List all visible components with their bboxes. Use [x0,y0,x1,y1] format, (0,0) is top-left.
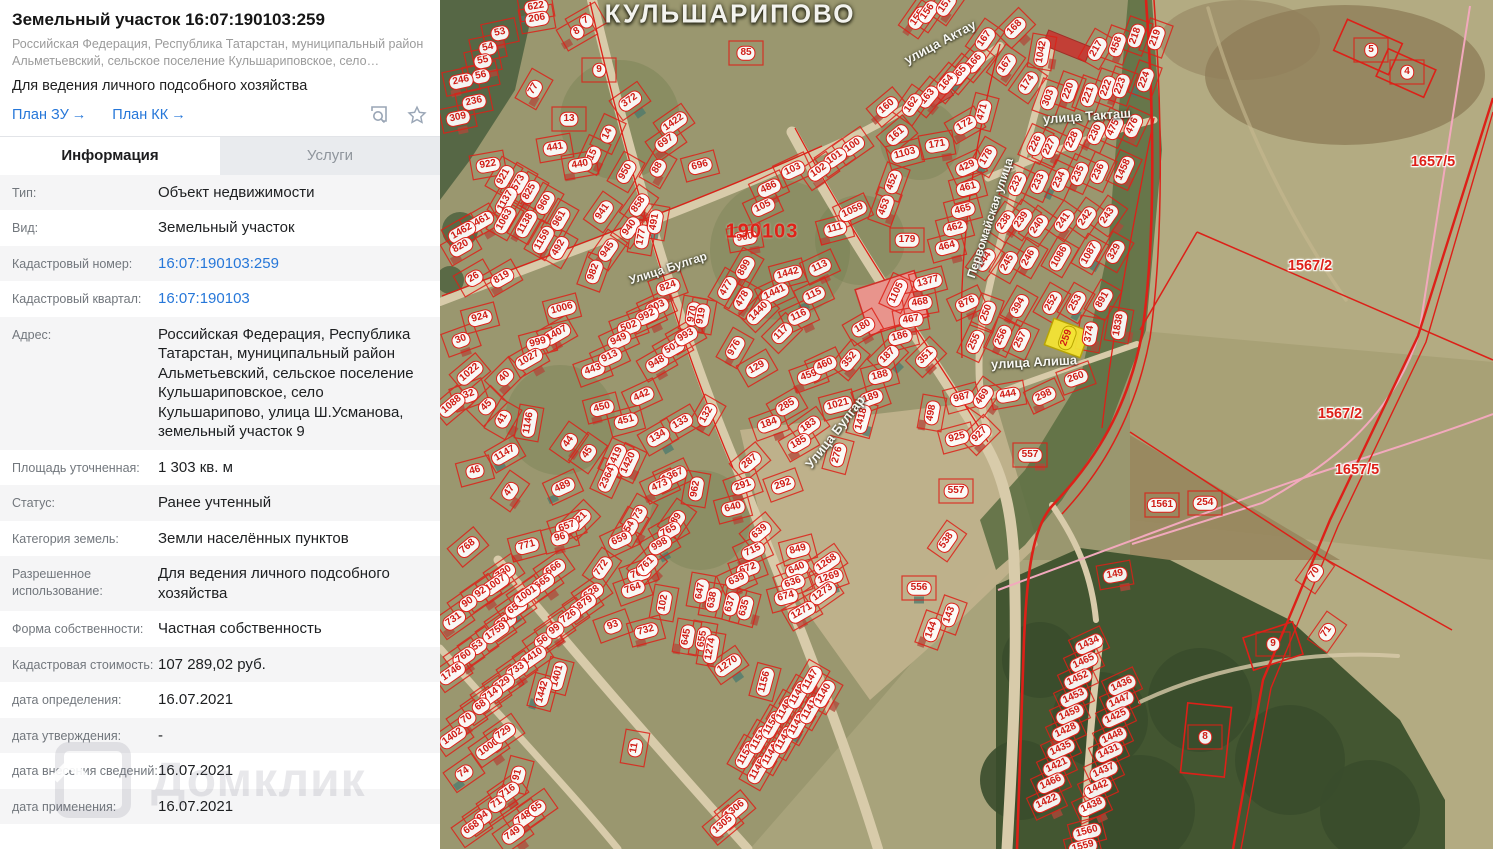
info-row-value-link[interactable]: 16:07:190103:259 [158,254,430,274]
info-row-label: Категория земель: [12,531,119,546]
info-row-label: Кадастровая стоимость: [12,657,154,672]
info-row-value: 1 303 кв. м [158,458,233,476]
info-row-value: Земельный участок [158,219,295,237]
info-row-label: Площадь уточненная: [12,460,140,475]
info-row: Категория земель: Земли населённых пункто… [0,520,440,557]
info-row-label: дата применения: [12,799,117,814]
tab-bar: Информация Услуги [0,135,440,175]
info-row-value: 107 289,02 руб. [158,655,266,673]
satellite-terrain [440,0,1493,849]
info-rows: Тип: Объект недвижимости Вид: Земельный уча… [0,174,440,825]
plan-links-row: План ЗУ → План КК → [12,104,428,136]
info-row: дата утверждения: - [0,717,440,754]
object-short-address: Российская Федерация, Республика Татарст… [12,37,424,68]
plan-kk-label: План КК [112,106,169,123]
plan-zu-label: План ЗУ [12,106,69,123]
info-row-value: Ранее учтенный [158,494,272,512]
info-row-label: дата утверждения: [12,728,122,743]
info-row-value: Для ведения личного подсобного хозяйства [158,565,390,602]
info-row-value: 16.07.2021 [158,691,234,709]
info-row: Кадастровый квартал: 16:07:190103 [0,281,440,317]
plan-zu-link[interactable]: План ЗУ → [12,107,86,123]
info-row-label: дата внесения сведений: [12,764,158,779]
info-row-label: Форма собственности: [12,622,144,637]
plan-kk-link[interactable]: План КК → [112,107,185,123]
info-row: дата применения: 16.07.2021 [0,788,440,825]
info-row: Разрешенное использование: Для ведения ли… [0,556,440,612]
info-row: дата внесения сведений: 16.07.2021 [0,753,440,789]
info-row: Тип: Объект недвижимости [0,174,440,211]
page-title: Земельный участок 16:07:190103:259 [12,10,325,29]
favorite-star-icon[interactable] [406,104,428,126]
info-row-label: Адрес: [12,327,52,342]
permitted-use-text: Для ведения личного подсобного хозяйства [12,77,308,94]
info-row: Форма собственности: Частная собственност… [0,611,440,647]
info-row-label: Разрешенное использование: [12,567,103,599]
header-icons [369,104,428,126]
arrow-icon: → [71,106,87,123]
info-row: Адрес: Российская Федерация, Республика Т… [0,316,440,450]
info-row-value: Частная собственность [158,620,322,638]
tab-information[interactable]: Информация [0,136,220,175]
info-row: Кадастровая стоимость: 107 289,02 руб. [0,646,440,683]
info-row-label: Вид: [12,221,39,236]
cadastral-map-app: Земельный участок 16:07:190103:259 Росси… [0,0,1493,849]
info-row-label: Кадастровый квартал: [12,292,142,307]
map-canvas[interactable]: 622 206 53 54 55 56 246 236 309 7 8 9 77 13 372 1422 697… [440,0,1493,849]
info-row-value: 16.07.2021 [158,797,234,815]
info-row: Статус: Ранее учтенный [0,485,440,521]
info-row-value: Российская Федерация, Республика Татарст… [158,325,414,441]
info-row-label: Кадастровый номер: [12,256,133,271]
info-row: дата определения: 16.07.2021 [0,682,440,718]
info-row: Кадастровый номер: 16:07:190103:259 [0,245,440,282]
info-row-value: Объект недвижимости [158,183,315,201]
arrow-icon: → [171,106,186,123]
info-row-label: дата определения: [12,693,122,708]
panel-header: Земельный участок 16:07:190103:259 Росси… [0,0,440,136]
info-row-value: - [158,726,163,744]
info-row: Вид: Земельный участок [0,210,440,246]
preview-document-icon[interactable] [369,104,390,125]
info-row-value: Земли населённых пунктов [158,529,349,547]
tab-services[interactable]: Услуги [220,137,440,175]
info-row-value-link[interactable]: 16:07:190103 [158,289,430,309]
info-panel: Земельный участок 16:07:190103:259 Росси… [0,0,440,849]
info-row-value: 16.07.2021 [158,762,234,780]
info-row-label: Статус: [12,496,55,511]
info-row-label: Тип: [12,185,37,200]
info-row: Площадь уточненная: 1 303 кв. м [0,449,440,486]
